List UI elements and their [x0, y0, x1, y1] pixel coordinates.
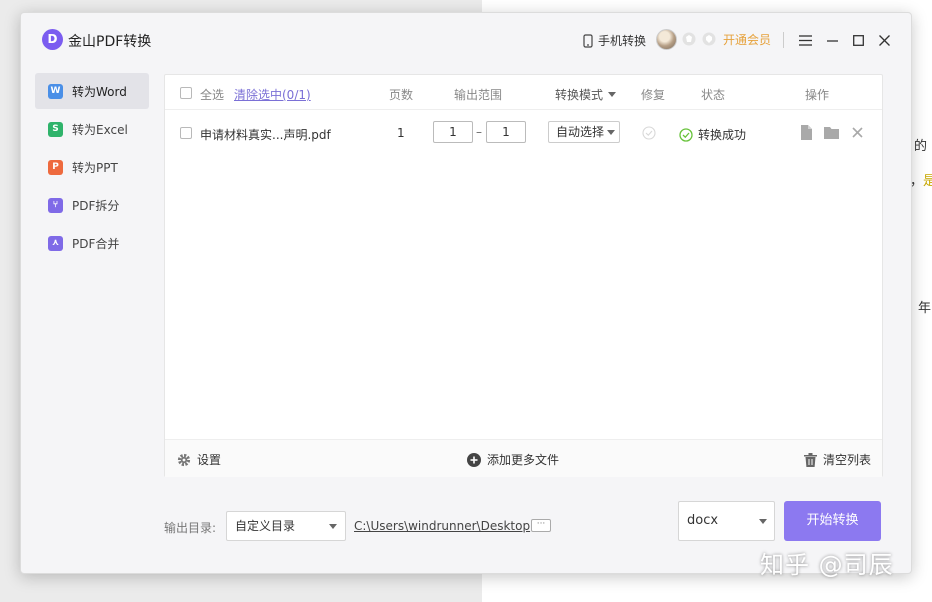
table-header: 全选 清除选中(0/1) 页数 输出范围 转换模式 修复 状态 操作 [165, 75, 882, 110]
file-icon [801, 124, 812, 140]
page-count: 1 [397, 126, 405, 140]
app-title: 金山PDF转换 [68, 34, 152, 50]
status-text: 转换成功 [698, 128, 747, 142]
sidebar-item-pdf-merge[interactable]: ⋏ PDF合并 [35, 225, 149, 261]
open-file-button[interactable] [798, 124, 814, 140]
open-folder-button[interactable] [823, 124, 839, 140]
column-header-mode[interactable]: 转换模式 [555, 86, 616, 103]
avatar[interactable] [656, 29, 677, 50]
chevron-down-icon [759, 519, 767, 524]
chevron-down-icon [607, 130, 615, 135]
sidebar-item-pdf-split[interactable]: ⑂ PDF拆分 [35, 187, 149, 223]
add-files-label: 添加更多文件 [487, 453, 560, 467]
column-header-status: 状态 [701, 88, 726, 102]
chevron-down-icon [329, 524, 337, 529]
background-text: 年 [918, 301, 932, 316]
background-text: 的 [914, 139, 928, 154]
clear-list-label: 清空列表 [823, 453, 872, 467]
table-row: 申请材料真实...声明.pdf 1 1 – 1 自动选择 转换成功 [165, 111, 882, 154]
output-dir-select[interactable]: 自定义目录 [226, 511, 346, 541]
start-convert-button[interactable]: 开始转换 [784, 501, 881, 541]
chevron-down-icon [608, 92, 616, 97]
maximize-button[interactable] [848, 30, 868, 50]
output-path-link[interactable]: C:\Users\windrunner\Desktop [354, 519, 530, 533]
open-vip-link[interactable]: 开通会员 [723, 31, 771, 48]
column-header-actions: 操作 [805, 88, 830, 102]
column-header-repair: 修复 [641, 88, 666, 102]
browse-path-button[interactable]: ··· [531, 519, 551, 532]
minimize-icon [826, 39, 838, 42]
maximize-icon [852, 34, 864, 46]
phone-icon [583, 33, 593, 48]
remove-file-button[interactable] [849, 124, 865, 140]
merge-icon: ⋏ [48, 235, 63, 251]
status-badge: 转换成功 [679, 126, 746, 143]
minimize-button[interactable] [822, 30, 842, 50]
sidebar-item-label: 转为PPT [72, 160, 118, 175]
folder-icon [823, 126, 839, 139]
clear-list-button[interactable]: 清空列表 [804, 451, 871, 468]
sidebar-item-label: PDF拆分 [72, 198, 120, 213]
row-checkbox[interactable] [180, 127, 192, 139]
repair-check-icon[interactable] [642, 126, 656, 140]
convert-mode-select[interactable]: 自动选择 [548, 121, 620, 143]
background-text: ，是 [910, 174, 932, 189]
badge-icon [682, 32, 696, 46]
sidebar-item-label: 转为Excel [72, 122, 128, 137]
column-header-range: 输出范围 [454, 88, 503, 102]
convert-mode-value: 自动选择 [556, 125, 605, 139]
word-icon: W [48, 83, 63, 99]
output-format-select[interactable]: docx [678, 501, 775, 541]
hamburger-icon [798, 34, 812, 46]
panel-footer: 设置 添加更多文件 清空列表 [165, 439, 882, 477]
watermark: 知乎 @司辰 [760, 551, 894, 579]
app-logo-icon: D [42, 29, 63, 50]
trash-icon [804, 452, 817, 467]
close-button[interactable] [874, 30, 894, 50]
file-name: 申请材料真实...声明.pdf [200, 128, 331, 142]
split-icon: ⑂ [48, 197, 63, 213]
sidebar-item-label: 转为Word [72, 84, 127, 99]
output-dir-value: 自定义目录 [235, 519, 296, 533]
sidebar-item-label: PDF合并 [72, 236, 120, 251]
gear-icon [177, 453, 191, 466]
excel-icon: S [48, 121, 63, 137]
range-from-input[interactable]: 1 [433, 121, 473, 143]
sidebar-item-to-ppt[interactable]: P 转为PPT [35, 149, 149, 185]
file-list-panel: 全选 清除选中(0/1) 页数 输出范围 转换模式 修复 状态 操作 申请材料真… [164, 74, 883, 477]
success-check-icon [679, 127, 693, 142]
title-bar: D 金山PDF转换 手机转换 开通会员 [21, 13, 911, 67]
clear-selection-link[interactable]: 清除选中(0/1) [234, 86, 311, 103]
close-icon [851, 126, 863, 138]
title-divider [783, 32, 784, 48]
add-circle-icon [467, 452, 481, 467]
mobile-convert-label: 手机转换 [598, 34, 647, 48]
add-files-button[interactable]: 添加更多文件 [467, 451, 559, 468]
output-dir-label: 输出目录: [164, 521, 217, 535]
app-window: D 金山PDF转换 手机转换 开通会员 W 转为Word S 转为Excel P… [20, 12, 912, 574]
settings-label: 设置 [197, 453, 222, 467]
ppt-icon: P [48, 159, 63, 175]
mobile-convert-button[interactable]: 手机转换 [581, 32, 646, 49]
vip-shield-icon [702, 32, 716, 46]
close-icon [878, 34, 890, 46]
select-all-label: 全选 [200, 88, 225, 102]
sidebar-item-to-word[interactable]: W 转为Word [35, 73, 149, 109]
range-dash: – [476, 125, 482, 139]
select-all-checkbox[interactable] [180, 87, 192, 99]
sidebar-item-to-excel[interactable]: S 转为Excel [35, 111, 149, 147]
settings-button[interactable]: 设置 [177, 451, 221, 468]
range-to-input[interactable]: 1 [486, 121, 526, 143]
column-header-pages: 页数 [389, 88, 414, 102]
output-format-value: docx [687, 513, 719, 528]
menu-button[interactable] [795, 30, 815, 50]
column-header-mode-label: 转换模式 [555, 88, 604, 102]
sidebar: W 转为Word S 转为Excel P 转为PPT ⑂ PDF拆分 ⋏ PDF… [35, 73, 149, 263]
